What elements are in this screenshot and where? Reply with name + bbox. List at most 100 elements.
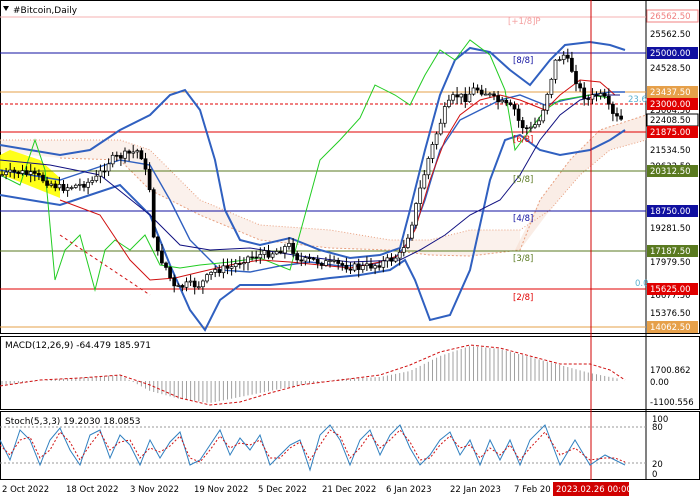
candle-body bbox=[315, 259, 320, 264]
time-axis[interactable]: 2 Oct 2022 18 Oct 2022 3 Nov 2022 19 Nov… bbox=[2, 482, 632, 496]
svg-text:25000.00: 25000.00 bbox=[650, 49, 691, 59]
price-box-15625: 15625.00 bbox=[647, 283, 698, 295]
candle-body bbox=[381, 260, 386, 268]
candle-body bbox=[401, 247, 406, 253]
price-box-23000: 23000.00 bbox=[647, 98, 698, 110]
candle-body bbox=[344, 264, 349, 270]
candle-body bbox=[254, 256, 259, 259]
candle-body bbox=[410, 224, 414, 239]
candle-body bbox=[598, 93, 603, 97]
candle-body bbox=[516, 108, 521, 121]
candle-body bbox=[209, 271, 213, 276]
price-box-22408: 22408.50 bbox=[646, 113, 699, 127]
candle-body bbox=[586, 98, 591, 100]
candle-body bbox=[37, 173, 41, 176]
candle-body bbox=[393, 257, 398, 262]
macd-tick: 1700.862 bbox=[650, 366, 691, 376]
candle-body bbox=[299, 259, 304, 262]
candle-body bbox=[557, 59, 562, 61]
candle-body bbox=[188, 280, 193, 283]
candle-body bbox=[32, 171, 37, 174]
candle-body bbox=[94, 175, 99, 181]
candle-body bbox=[488, 93, 492, 96]
candle-body bbox=[307, 257, 312, 259]
candle-body bbox=[90, 180, 95, 183]
price-tick: 25562.50 bbox=[650, 30, 691, 40]
candle-body bbox=[311, 257, 316, 260]
svg-text:22408.50: 22408.50 bbox=[650, 116, 691, 126]
candle-body bbox=[365, 263, 369, 266]
candle-body bbox=[291, 242, 295, 254]
candle-body bbox=[385, 257, 390, 262]
candle-body bbox=[459, 93, 464, 98]
time-label: 22 Jan 2023 bbox=[450, 485, 501, 495]
candle-body bbox=[467, 93, 472, 103]
chart-window[interactable]: #Bitcoin,Daily [+1/8]P [8/8] [6/8] [5/8]… bbox=[0, 0, 700, 500]
svg-text:14062.50: 14062.50 bbox=[650, 323, 691, 333]
candle-body bbox=[278, 251, 283, 254]
price-box-25000: 25000.00 bbox=[647, 47, 698, 59]
candle-body bbox=[102, 170, 107, 173]
candle-body bbox=[12, 169, 17, 173]
candle-body bbox=[328, 260, 332, 262]
candle-body bbox=[258, 254, 263, 259]
candle-body bbox=[283, 246, 287, 254]
candle-body bbox=[565, 54, 570, 59]
candle-body bbox=[110, 154, 115, 165]
candle-body bbox=[69, 187, 74, 189]
symbol-title: #Bitcoin,Daily bbox=[3, 6, 78, 16]
svg-text:23000.00: 23000.00 bbox=[650, 100, 691, 110]
price-tick: 19281.50 bbox=[650, 224, 691, 234]
candle-body bbox=[606, 95, 611, 105]
candle-body bbox=[295, 253, 300, 261]
svg-text:26562.50: 26562.50 bbox=[650, 12, 691, 22]
candle-body bbox=[422, 174, 427, 189]
time-label: 5 Dec 2022 bbox=[258, 485, 307, 495]
candle-body bbox=[352, 263, 357, 271]
candle-body bbox=[106, 163, 111, 172]
candle-body bbox=[594, 94, 599, 97]
candle-body bbox=[184, 281, 189, 288]
candle-body bbox=[578, 83, 582, 89]
candle-body bbox=[504, 99, 509, 104]
fib-label-small: 0.0 bbox=[635, 279, 649, 289]
candle-body bbox=[217, 269, 222, 274]
candle-body bbox=[492, 93, 496, 97]
candle-body bbox=[168, 267, 172, 279]
candle-body bbox=[389, 257, 394, 262]
candle-body bbox=[164, 262, 168, 268]
murray-label-4: [4/8] bbox=[513, 214, 533, 224]
candle-body bbox=[225, 265, 230, 269]
candle-body bbox=[201, 280, 205, 288]
time-highlight-label: 2023.02.26 00:00 bbox=[556, 485, 632, 495]
murray-label-5: [5/8] bbox=[513, 175, 533, 185]
candle-body bbox=[340, 263, 345, 266]
candle-body bbox=[529, 126, 533, 129]
candle-body bbox=[262, 250, 267, 255]
candle-body bbox=[332, 259, 336, 262]
candle-body bbox=[123, 150, 127, 159]
candle-body bbox=[471, 87, 476, 95]
candle-body bbox=[414, 203, 418, 226]
price-tick: 21534.50 bbox=[650, 146, 691, 156]
candle-body bbox=[274, 251, 279, 255]
candle-body bbox=[447, 99, 451, 107]
candle-body bbox=[496, 95, 500, 103]
time-label: 19 Nov 2022 bbox=[194, 485, 248, 495]
murray-label-plus1: [+1/8]P bbox=[508, 17, 541, 27]
price-box-23437: 23437.50 bbox=[647, 86, 698, 98]
candle-body bbox=[250, 256, 254, 259]
candle-body bbox=[520, 120, 525, 129]
main-panel[interactable] bbox=[0, 0, 700, 334]
candle-body bbox=[139, 150, 144, 160]
candle-body bbox=[270, 253, 275, 258]
candle-body bbox=[176, 285, 181, 287]
candle-body bbox=[119, 155, 123, 159]
candle-body bbox=[229, 266, 234, 269]
candle-body bbox=[611, 103, 615, 114]
candle-body bbox=[438, 122, 443, 135]
candle-body bbox=[16, 171, 21, 174]
time-label: 7 Feb 20 bbox=[514, 485, 551, 495]
candle-body bbox=[266, 250, 271, 258]
candle-body bbox=[180, 285, 185, 288]
